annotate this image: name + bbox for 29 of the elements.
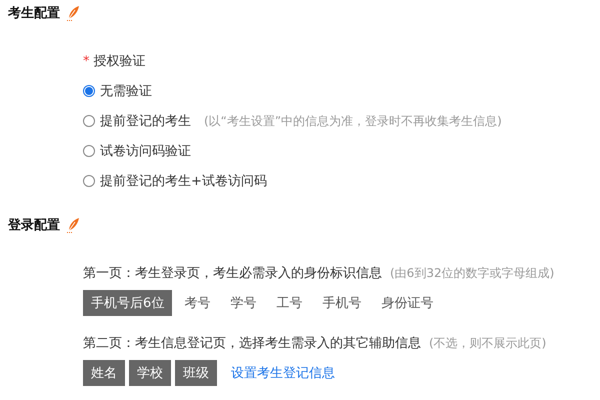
field-tag[interactable]: 手机号后6位 [83, 290, 172, 316]
required-mark: * [83, 54, 90, 68]
section-title: 登录配置 [8, 217, 60, 234]
field-tag[interactable]: 考号 [176, 290, 218, 316]
feather-icon[interactable] [66, 217, 80, 233]
radio-button[interactable] [83, 145, 95, 157]
section-title: 考生配置 [8, 5, 60, 22]
option-label[interactable]: 试卷访问码验证 [100, 142, 191, 160]
field-label: 授权验证 [94, 53, 146, 70]
field-tag[interactable]: 班级 [175, 360, 217, 386]
radio-button[interactable] [83, 175, 95, 187]
option-hint: (以“考生设置”中的信息为准，登录时不再收集考生信息) [204, 112, 502, 130]
page-hint: (不选，则不展示此页) [429, 334, 546, 352]
settings-link[interactable]: 设置考生登记信息 [231, 364, 335, 382]
page-description: 第二页：考生信息登记页，选择考生需录入的其它辅助信息 [83, 335, 421, 352]
radio-button[interactable] [83, 115, 95, 127]
field-tag[interactable]: 学号 [222, 290, 264, 316]
option-label[interactable]: 无需验证 [100, 82, 152, 100]
field-tag[interactable]: 姓名 [83, 360, 125, 386]
option-label[interactable]: 提前登记的考生+试卷访问码 [100, 172, 267, 190]
field-tag[interactable]: 工号 [268, 290, 310, 316]
option-label[interactable]: 提前登记的考生 [100, 112, 191, 130]
field-tag[interactable]: 手机号 [314, 290, 370, 316]
feather-icon[interactable] [66, 5, 80, 21]
page-hint: (由6到32位的数字或字母组成) [390, 264, 554, 282]
field-tag[interactable]: 学校 [129, 360, 171, 386]
page-description: 第一页：考生登录页，考生必需录入的身份标识信息 [83, 265, 382, 282]
radio-button[interactable] [83, 85, 95, 97]
field-tag[interactable]: 身份证号 [373, 290, 442, 316]
